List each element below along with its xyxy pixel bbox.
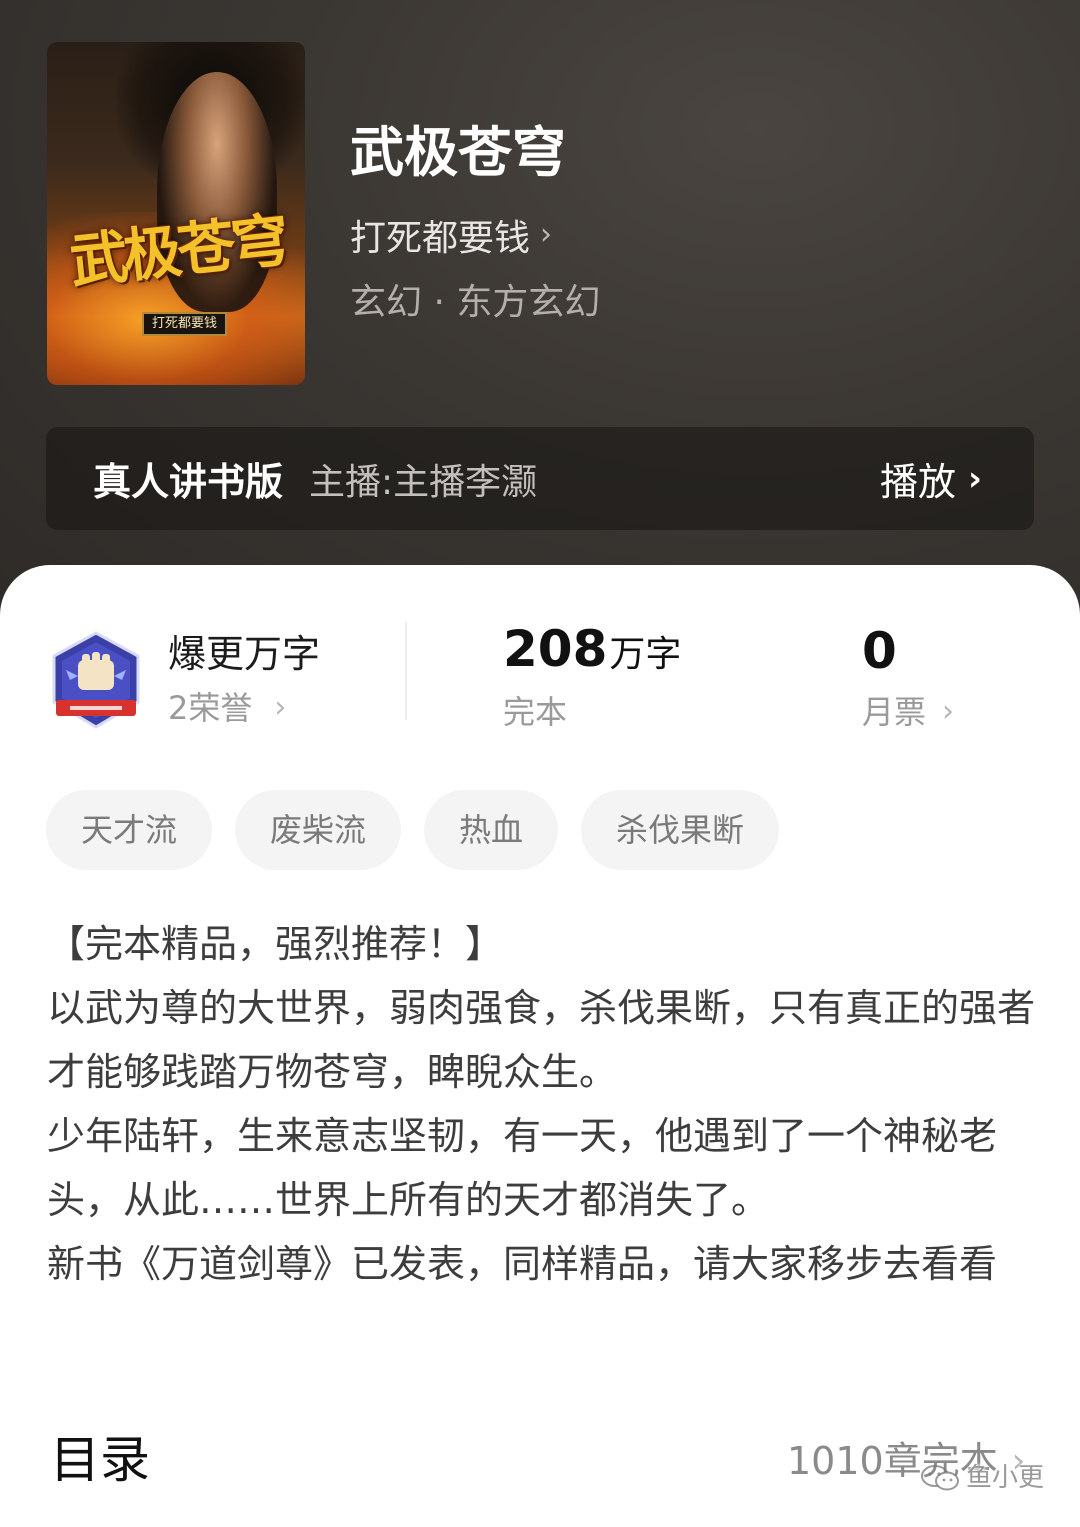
word-count: 208 万字 bbox=[503, 620, 681, 678]
honor-count: 2荣誉 bbox=[168, 689, 253, 727]
tag-chip[interactable]: 天才流 bbox=[46, 790, 213, 870]
genre-label: 玄幻 · 东方玄幻 bbox=[350, 282, 601, 323]
synopsis-paragraph: 少年陆轩，生来意志坚韧，有一天，他遇到了一个神秘老头，从此……世界上所有的天才都… bbox=[47, 1114, 998, 1222]
book-title: 武极苍穹 bbox=[350, 121, 566, 184]
watermark: 鱼小更 bbox=[920, 1460, 1044, 1496]
word-count-number: 208 bbox=[503, 620, 608, 678]
tag-chip[interactable]: 废柴流 bbox=[235, 790, 402, 870]
honor-badge-icon[interactable] bbox=[48, 630, 144, 732]
honor-count-link[interactable]: 2荣誉 › bbox=[168, 686, 286, 730]
chevron-right-icon: › bbox=[540, 217, 553, 252]
synopsis-paragraph: 以武为尊的大世界，弱肉强食，杀伐果断，只有真正的强者才能够践踏万物苍穹，睥睨众生… bbox=[47, 986, 1036, 1094]
chevron-right-icon: › bbox=[942, 694, 955, 729]
synopsis-paragraph: 新书《万道剑尊》已发表，同样精品，请大家移步去看看 bbox=[47, 1242, 998, 1286]
tag-list: 天才流 废柴流 热血 杀伐果断 bbox=[46, 790, 780, 870]
cover-author-plate: 打死都要钱 bbox=[142, 312, 228, 336]
monthly-votes-count: 0 bbox=[862, 622, 897, 680]
toc-title: 目录 bbox=[50, 1431, 150, 1489]
book-cover[interactable]: 武极苍穹 打死都要钱 bbox=[47, 42, 305, 385]
author-link[interactable]: 打死都要钱 › bbox=[350, 208, 552, 262]
tag-chip[interactable]: 热血 bbox=[424, 790, 559, 870]
play-button[interactable]: 播放 › bbox=[880, 451, 982, 506]
audio-book-bar[interactable]: 真人讲书版 主播:主播李灏 播放 › bbox=[46, 427, 1034, 530]
synopsis-paragraph: 【完本精品，强烈推荐！】 bbox=[47, 922, 504, 966]
chevron-right-icon: › bbox=[967, 458, 982, 499]
wechat-icon bbox=[921, 1465, 959, 1491]
author-name: 打死都要钱 bbox=[350, 218, 531, 259]
watermark-text: 鱼小更 bbox=[966, 1463, 1045, 1493]
tag-chip[interactable]: 杀伐果断 bbox=[581, 790, 780, 870]
monthly-votes-link[interactable]: 月票 › bbox=[862, 690, 954, 734]
stats-divider bbox=[405, 622, 407, 720]
completion-status: 完本 bbox=[503, 693, 568, 731]
audio-title: 真人讲书版 bbox=[93, 460, 284, 504]
play-label: 播放 bbox=[879, 460, 956, 504]
synopsis[interactable]: 【完本精品，强烈推荐！】 以武为尊的大世界，弱肉强食，杀伐果断，只有真正的强者才… bbox=[47, 912, 1037, 1296]
word-count-unit: 万字 bbox=[609, 634, 682, 675]
honor-name: 爆更万字 bbox=[168, 632, 321, 676]
chevron-right-icon: › bbox=[274, 690, 287, 725]
audio-host: 主播:主播李灏 bbox=[309, 461, 538, 503]
monthly-votes-label: 月票 bbox=[862, 693, 927, 731]
